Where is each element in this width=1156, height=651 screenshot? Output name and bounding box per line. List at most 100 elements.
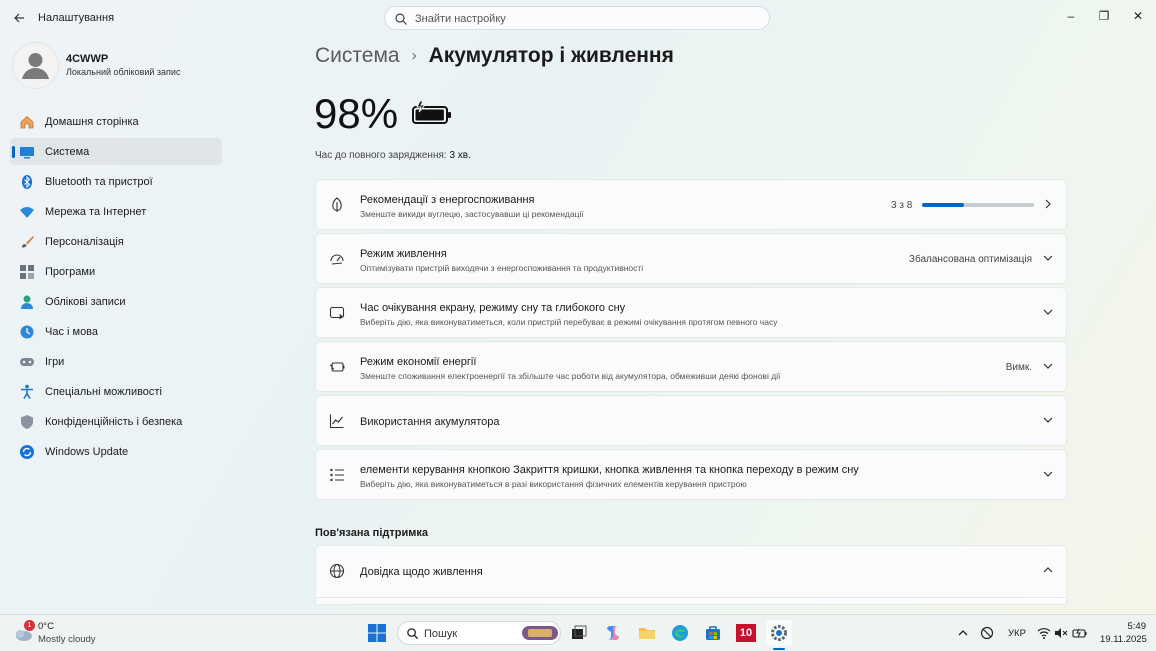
- user-icon: [22, 53, 49, 79]
- settings-search-box[interactable]: Знайти настройку: [384, 6, 770, 30]
- avatar: [12, 42, 59, 89]
- weather-widget[interactable]: 1: [12, 620, 35, 644]
- language-indicator[interactable]: УКР: [1008, 628, 1026, 639]
- sidebar-item-label: Домашня сторінка: [45, 116, 139, 128]
- chevron-up-icon: [1043, 567, 1053, 573]
- clock-time: 5:49: [1127, 621, 1147, 632]
- chevron-up-icon: [958, 630, 968, 636]
- sidebar-item-label: Конфіденційність і безпека: [45, 416, 183, 428]
- time-to-full: Час до повного зарядження: 3 хв.: [315, 150, 471, 161]
- brush-icon: [22, 236, 34, 248]
- breadcrumb-separator: ›: [411, 47, 417, 64]
- power-mode-dropdown[interactable]: Збалансована оптимізація: [909, 254, 1032, 265]
- card-title: Режим економії енергії: [360, 356, 477, 368]
- edge-button[interactable]: [669, 622, 691, 644]
- windows-logo-icon: [368, 624, 386, 642]
- breadcrumb-parent[interactable]: Система: [315, 44, 400, 67]
- task-view-button[interactable]: [568, 622, 590, 644]
- sidebar-item-label: Ігри: [45, 356, 65, 368]
- show-hidden-icons-button[interactable]: [952, 622, 974, 644]
- battery-saver-icon: [329, 362, 345, 372]
- sidebar-item-label: Мережа та Інтернет: [45, 206, 147, 218]
- battery-usage-card[interactable]: Використання акумулятора: [315, 395, 1067, 446]
- apps-icon: [20, 265, 34, 279]
- sidebar-item-personalization[interactable]: Персоналізація: [10, 228, 222, 255]
- card-title: елементи керування кнопкою Закриття криш…: [360, 464, 859, 476]
- search-input[interactable]: Знайти настройку: [415, 13, 506, 25]
- sidebar-item-privacy[interactable]: Конфіденційність і безпека: [10, 408, 222, 435]
- card-subtitle: Виберіть дію, яка виконуватиметься в раз…: [360, 479, 747, 489]
- start-button[interactable]: [366, 622, 388, 644]
- file-explorer-button[interactable]: [636, 622, 658, 644]
- settings-app-button[interactable]: [766, 620, 792, 646]
- sidebar-item-windows-update[interactable]: Windows Update: [10, 438, 222, 465]
- sidebar-item-label: Облікові записи: [45, 296, 126, 308]
- sidebar-item-time-language[interactable]: Час і мова: [10, 318, 222, 345]
- battery-saver-status: Вимк.: [1005, 362, 1032, 373]
- home-icon: [20, 115, 34, 129]
- card-subtitle: Оптимізувати пристрій виходячи з енергос…: [360, 263, 644, 273]
- store-icon: [706, 626, 720, 640]
- accessibility-icon: [21, 384, 33, 399]
- sidebar-item-home[interactable]: Домашня сторінка: [10, 108, 222, 135]
- time-to-full-value: 3 хв.: [449, 150, 471, 161]
- wifi-icon: [1037, 628, 1051, 639]
- sidebar-item-label: Персоналізація: [45, 236, 124, 248]
- back-button[interactable]: [8, 7, 30, 29]
- sidebar-item-label: Спеціальні можливості: [45, 386, 162, 398]
- lid-power-buttons-card[interactable]: елементи керування кнопкою Закриття криш…: [315, 449, 1067, 500]
- taskbar-search-input[interactable]: Пошук: [424, 628, 457, 640]
- time-to-full-label: Час до повного зарядження:: [315, 150, 447, 161]
- card-subtitle: Зменште споживання електроенергії та збі…: [360, 371, 781, 381]
- power-mode-icon: [330, 254, 344, 265]
- card-subtitle: Виберіть дію, яка виконуватиметься, коли…: [360, 317, 778, 327]
- title-bar: Налаштування Знайти настройку – ❐ ✕: [0, 0, 1156, 36]
- page-title: Акумулятор і живлення: [428, 44, 674, 67]
- list-icon: [330, 468, 344, 482]
- network-status-button[interactable]: [976, 622, 998, 644]
- energy-recommendations-card[interactable]: Рекомендації з енергоспоживання Зменште …: [315, 179, 1067, 230]
- minimize-button[interactable]: –: [1054, 4, 1088, 28]
- divider: [316, 597, 1066, 598]
- maximize-button[interactable]: ❐: [1087, 4, 1121, 28]
- system-icon: [20, 147, 34, 159]
- battery-percentage: 98%: [314, 90, 399, 137]
- copilot-button[interactable]: [602, 622, 624, 644]
- weather-description: Mostly cloudy: [38, 634, 96, 645]
- close-button[interactable]: ✕: [1121, 4, 1155, 28]
- sidebar-item-system[interactable]: Система: [10, 138, 222, 165]
- leaf-icon: [332, 197, 342, 212]
- sidebar-item-gaming[interactable]: Ігри: [10, 348, 222, 375]
- screen-sleep-card[interactable]: Час очікування екрану, режиму сну та гли…: [315, 287, 1067, 338]
- taskbar-search[interactable]: Пошук: [397, 621, 561, 645]
- progress-fill: [922, 203, 964, 207]
- chevron-down-icon: [1043, 255, 1053, 261]
- copilot-icon: [607, 626, 619, 640]
- sidebar-item-accessibility[interactable]: Спеціальні можливості: [10, 378, 222, 405]
- no-network-icon: [980, 626, 994, 640]
- battery-charging-icon: [412, 100, 451, 124]
- sidebar-item-accounts[interactable]: Облікові записи: [10, 288, 222, 315]
- system-clock[interactable]: 5:49 19.11.2025: [1100, 620, 1147, 646]
- sidebar-item-apps[interactable]: Програми: [10, 258, 222, 285]
- sidebar-item-label: Windows Update: [45, 446, 129, 458]
- quick-settings-battery[interactable]: [1069, 622, 1091, 644]
- app-10-button[interactable]: 10: [735, 622, 757, 644]
- sidebar-item-bluetooth[interactable]: Bluetooth та пристрої: [10, 168, 222, 195]
- active-indicator: [12, 146, 15, 158]
- task-view-icon: [572, 625, 587, 639]
- battery-saver-card[interactable]: Режим економії енергії Зменште споживанн…: [315, 341, 1067, 392]
- store-button[interactable]: [702, 622, 724, 644]
- card-title: Режим живлення: [360, 248, 447, 260]
- time-language-icon: [20, 325, 34, 339]
- sidebar-item-label: Програми: [45, 266, 96, 278]
- sidebar-item-network[interactable]: Мережа та Інтернет: [10, 198, 222, 225]
- chevron-down-icon: [1043, 309, 1053, 315]
- power-mode-card[interactable]: Режим живлення Оптимізувати пристрій вих…: [315, 233, 1067, 284]
- account-type: Локальний обліковий запис: [66, 67, 181, 77]
- chevron-down-icon: [1043, 417, 1053, 423]
- power-help-card[interactable]: Довідка щодо живлення: [315, 545, 1067, 605]
- recommendations-count: 3 з 8: [891, 200, 913, 211]
- card-title: Час очікування екрану, режиму сну та гли…: [360, 302, 626, 314]
- sidebar-nav: Домашня сторінка Система Bluetooth та пр…: [10, 108, 222, 468]
